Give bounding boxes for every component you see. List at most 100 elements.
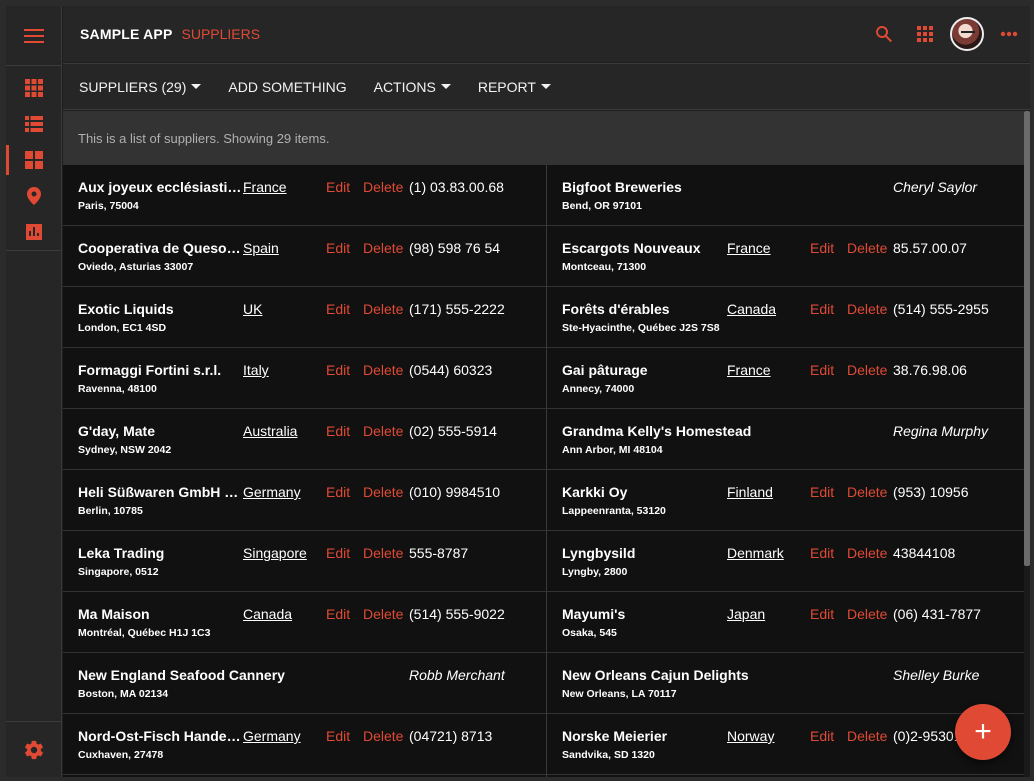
- edit-button[interactable]: Edit: [810, 240, 834, 256]
- sidebar-item-dashboard[interactable]: [6, 142, 61, 178]
- list-item[interactable]: Norske Meierier Sandvika, SD 1320 Norway Ed…: [547, 714, 1024, 775]
- supplier-country-link[interactable]: Italy: [243, 362, 269, 378]
- edit-button[interactable]: Edit: [810, 545, 834, 561]
- supplier-country-link[interactable]: Norway: [727, 728, 774, 744]
- list-item[interactable]: Forêts d'érables Ste-Hyacinthe, Québec J2…: [547, 287, 1024, 348]
- delete-button[interactable]: Delete: [847, 240, 887, 256]
- edit-button[interactable]: Edit: [810, 728, 834, 744]
- supplier-address: Ste-Hyacinthe, Québec J2S 7S8: [562, 322, 720, 334]
- list-item[interactable]: Aux joyeux ecclésiastiques Paris, 75004 Fr…: [63, 165, 546, 226]
- list-item[interactable]: Cooperativa de Quesos 'Las Cabras' Oviedo…: [63, 226, 546, 287]
- delete-button[interactable]: Delete: [847, 484, 887, 500]
- edit-button[interactable]: Edit: [326, 484, 350, 500]
- delete-button[interactable]: Delete: [363, 545, 403, 561]
- list-item[interactable]: Karkki Oy Lappeenranta, 53120 Finland Edit D…: [547, 470, 1024, 531]
- list-item[interactable]: Gai pâturage Annecy, 74000 France Edit Delet…: [547, 348, 1024, 409]
- report-dropdown-label: REPORT: [477, 78, 536, 95]
- supplier-country-link[interactable]: France: [727, 240, 771, 256]
- supplier-country-link[interactable]: Singapore: [243, 545, 307, 561]
- edit-button[interactable]: Edit: [810, 606, 834, 622]
- delete-button[interactable]: Delete: [363, 301, 403, 317]
- delete-button[interactable]: Delete: [847, 606, 887, 622]
- supplier-country-link[interactable]: Canada: [727, 301, 776, 317]
- sidebar-settings[interactable]: [6, 721, 62, 777]
- supplier-country-link[interactable]: UK: [243, 301, 262, 317]
- caret-down-icon: [191, 84, 202, 89]
- scrollbar-thumb[interactable]: [1024, 111, 1030, 566]
- list-item[interactable]: Grandma Kelly's Homestead Ann Arbor, MI 4…: [547, 409, 1024, 470]
- supplier-country-link[interactable]: Germany: [243, 728, 301, 744]
- list-item[interactable]: New England Seafood Cannery Boston, MA 02…: [63, 653, 546, 714]
- more-options-icon[interactable]: [998, 23, 1020, 45]
- supplier-country-link[interactable]: Finland: [727, 484, 773, 500]
- suppliers-dropdown[interactable]: SUPPLIERS (29): [79, 79, 202, 95]
- supplier-name: Norske Meierier: [562, 728, 668, 744]
- edit-button[interactable]: Edit: [326, 179, 350, 195]
- scrollbar[interactable]: [1024, 111, 1030, 777]
- delete-button[interactable]: Delete: [363, 240, 403, 256]
- edit-button[interactable]: Edit: [326, 362, 350, 378]
- supplier-name: Aux joyeux ecclésiastiques: [78, 179, 242, 195]
- sidebar-item-list[interactable]: [6, 106, 61, 142]
- delete-button[interactable]: Delete: [363, 606, 403, 622]
- list-item[interactable]: Mayumi's Osaka, 545 Japan Edit Delete (06) 43…: [547, 592, 1024, 653]
- hamburger-menu-icon[interactable]: [23, 28, 44, 43]
- edit-button[interactable]: Edit: [326, 423, 350, 439]
- supplier-country-link[interactable]: Japan: [727, 606, 765, 622]
- supplier-address: Bend, OR 97101: [562, 200, 642, 212]
- list-item[interactable]: Ma Maison Montréal, Québec H1J 1C3 Canada E…: [63, 592, 546, 653]
- report-dropdown[interactable]: REPORT: [478, 79, 551, 95]
- edit-button[interactable]: Edit: [810, 484, 834, 500]
- supplier-country-link[interactable]: Denmark: [727, 545, 784, 561]
- add-fab-button[interactable]: +: [955, 704, 1011, 760]
- actions-dropdown[interactable]: ACTIONS: [374, 79, 451, 95]
- sidebar-item-grid[interactable]: [6, 70, 61, 106]
- delete-button[interactable]: Delete: [363, 484, 403, 500]
- delete-button[interactable]: Delete: [363, 728, 403, 744]
- supplier-country-link[interactable]: Australia: [243, 423, 297, 439]
- delete-button[interactable]: Delete: [847, 728, 887, 744]
- list-item[interactable]: Lyngbysild Lyngby, 2800 Denmark Edit Delete 4…: [547, 531, 1024, 592]
- edit-button[interactable]: Edit: [326, 606, 350, 622]
- add-something-button[interactable]: ADD SOMETHING: [228, 79, 346, 95]
- sidebar-item-location[interactable]: [6, 178, 61, 214]
- delete-button[interactable]: Delete: [363, 423, 403, 439]
- list-item[interactable]: Bigfoot Breweries Bend, OR 97101 Cheryl Sa…: [547, 165, 1024, 226]
- plus-icon: +: [974, 715, 992, 748]
- edit-button[interactable]: Edit: [326, 240, 350, 256]
- delete-button[interactable]: Delete: [847, 545, 887, 561]
- list-item[interactable]: Heli Süßwaren GmbH & Co. KG Berlin, 10785…: [63, 470, 546, 531]
- list-item[interactable]: Formaggi Fortini s.r.l. Ravenna, 48100 Ita…: [63, 348, 546, 409]
- supplier-country-link[interactable]: Canada: [243, 606, 292, 622]
- list-item[interactable]: Nord-Ost-Fisch Handelsgesellschaft mbH Cu…: [63, 714, 546, 775]
- edit-button[interactable]: Edit: [326, 301, 350, 317]
- avatar[interactable]: [950, 17, 984, 51]
- supplier-address: New Orleans, LA 70117: [562, 688, 677, 700]
- delete-button[interactable]: Delete: [363, 362, 403, 378]
- supplier-address: Ann Arbor, MI 48104: [562, 444, 663, 456]
- edit-button[interactable]: Edit: [810, 301, 834, 317]
- supplier-country-link[interactable]: France: [243, 179, 287, 195]
- supplier-country-link[interactable]: Germany: [243, 484, 301, 500]
- delete-button[interactable]: Delete: [363, 179, 403, 195]
- supplier-address: Sandvika, SD 1320: [562, 749, 655, 761]
- edit-button[interactable]: Edit: [810, 362, 834, 378]
- supplier-address: Montréal, Québec H1J 1C3: [78, 627, 211, 639]
- apps-grid-icon[interactable]: [914, 23, 936, 45]
- edit-button[interactable]: Edit: [326, 728, 350, 744]
- list-item[interactable]: Exotic Liquids London, EC1 4SD UK Edit Delet…: [63, 287, 546, 348]
- list-item[interactable]: New Orleans Cajun Delights New Orleans, L…: [547, 653, 1024, 714]
- list-item[interactable]: Leka Trading Singapore, 0512 Singapore Edit…: [63, 531, 546, 592]
- supplier-phone: (514) 555-2955: [893, 301, 989, 317]
- list-item[interactable]: Escargots Nouveaux Montceau, 71300 France E…: [547, 226, 1024, 287]
- supplier-address: Berlin, 10785: [78, 505, 143, 517]
- supplier-country-link[interactable]: France: [727, 362, 771, 378]
- supplier-country-link[interactable]: Spain: [243, 240, 279, 256]
- sidebar-item-reports[interactable]: [6, 214, 61, 250]
- delete-button[interactable]: Delete: [847, 301, 887, 317]
- list-item[interactable]: G'day, Mate Sydney, NSW 2042 Australia Edit…: [63, 409, 546, 470]
- search-icon[interactable]: [873, 23, 895, 45]
- delete-button[interactable]: Delete: [847, 362, 887, 378]
- edit-button[interactable]: Edit: [326, 545, 350, 561]
- sidebar-nav: [6, 66, 61, 251]
